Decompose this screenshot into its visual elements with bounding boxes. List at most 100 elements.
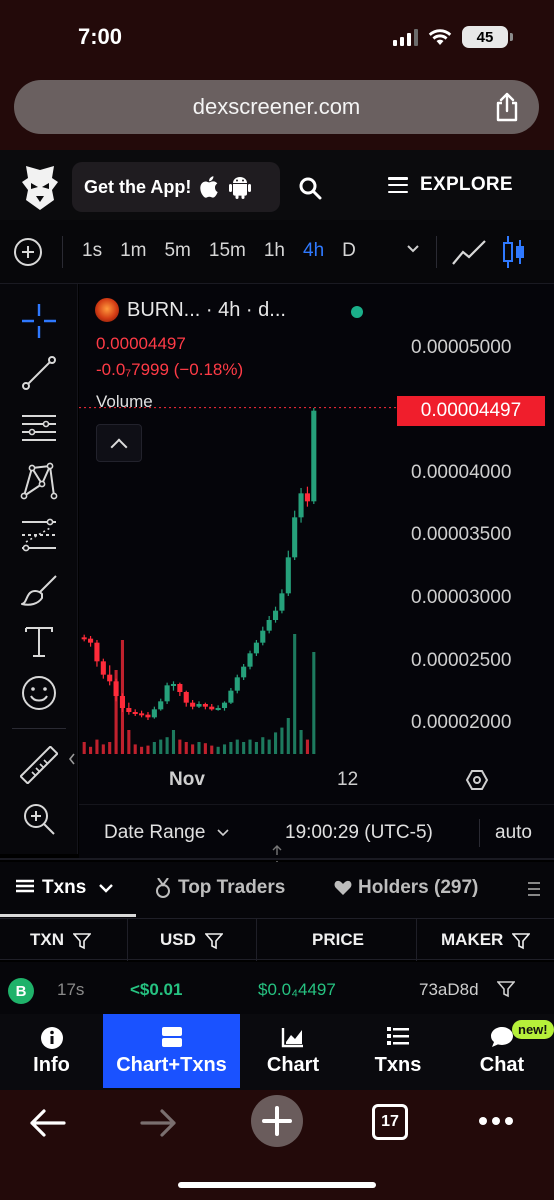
nav-info[interactable]: Info: [0, 1014, 103, 1088]
volume-bar: [280, 727, 284, 754]
text-tool-icon[interactable]: [20, 622, 58, 660]
x-tick-label: Nov: [169, 769, 205, 790]
dexscreener-logo-icon[interactable]: [20, 166, 60, 210]
volume-bar: [254, 742, 258, 754]
line-chart-icon[interactable]: [452, 238, 486, 266]
filter-icon[interactable]: [71, 932, 92, 950]
tab-txns[interactable]: Txns: [16, 877, 114, 899]
explore-menu-button[interactable]: EXPLORE: [388, 174, 513, 196]
candle-body: [190, 702, 196, 707]
tab-top-traders[interactable]: Top Traders: [154, 877, 285, 899]
candle-body: [151, 709, 157, 718]
url-bar[interactable]: dexscreener.com: [14, 80, 539, 134]
column-divider: [416, 919, 417, 961]
date-range-selector[interactable]: Date Range: [104, 822, 229, 844]
horizontal-lines-icon[interactable]: [20, 408, 58, 446]
txn-usd: <$0.01: [130, 980, 183, 999]
apple-icon: [200, 176, 219, 198]
volume-bar: [184, 742, 188, 754]
volume-bar: [273, 732, 278, 754]
table-row[interactable]: B 17s <$0.01 $0.0₄4497 73aD8d: [0, 962, 554, 1014]
add-indicator-icon[interactable]: [14, 238, 42, 266]
column-header-txn[interactable]: TXN: [30, 930, 92, 950]
column-header-price[interactable]: PRICE: [312, 930, 364, 950]
forward-arrow-icon[interactable]: [140, 1108, 178, 1138]
filter-icon[interactable]: [511, 932, 531, 950]
ruler-icon[interactable]: [20, 746, 58, 784]
pattern-tool-icon[interactable]: [20, 462, 58, 500]
candlestick-chart-icon[interactable]: [502, 234, 526, 270]
volume-bar: [127, 730, 131, 754]
hamburger-icon: [388, 177, 408, 193]
timeframe-1h[interactable]: 1h: [264, 240, 285, 262]
chart-toolbar: 1s 1m 5m 15m 1h 4h D: [0, 220, 554, 284]
chat-bubble-icon: [491, 1027, 513, 1047]
auto-scale-toggle[interactable]: auto: [495, 822, 532, 844]
collapse-sidebar-chevron-icon[interactable]: [68, 752, 76, 766]
timeframe-1s[interactable]: 1s: [82, 240, 102, 262]
chevron-down-icon: [217, 829, 229, 837]
volume-bar: [299, 730, 303, 754]
candle-body: [100, 661, 106, 675]
chart-range-bar: Date Range 19:00:29 (UTC-5) auto: [79, 804, 554, 858]
back-arrow-icon[interactable]: [28, 1108, 66, 1138]
volume-bar: [286, 718, 290, 754]
brush-icon[interactable]: [20, 570, 58, 608]
column-header-maker[interactable]: MAKER: [441, 930, 531, 950]
app-header: Get the App! EXPLORE: [0, 150, 554, 220]
volume-bar: [178, 739, 182, 754]
candle-body: [298, 493, 304, 518]
volume-bar: [82, 742, 86, 754]
get-the-app-button[interactable]: Get the App!: [72, 162, 280, 212]
emoji-icon[interactable]: [20, 674, 58, 712]
crosshair-icon[interactable]: [20, 302, 58, 340]
txn-maker[interactable]: 73aD8d: [419, 980, 479, 1000]
candle-body: [285, 557, 291, 594]
candle-body: [209, 706, 215, 710]
chart-clock[interactable]: 19:00:29 (UTC-5): [285, 822, 433, 844]
column-header-usd[interactable]: USD: [160, 930, 224, 950]
range-divider: [479, 819, 480, 847]
timeframe-5m[interactable]: 5m: [164, 240, 190, 262]
volume-bar: [261, 737, 265, 754]
collapse-legend-button[interactable]: [96, 424, 142, 462]
share-icon[interactable]: [493, 92, 521, 122]
search-icon[interactable]: [298, 176, 322, 200]
volume-bar: [191, 744, 195, 754]
filter-icon[interactable]: [203, 932, 224, 950]
timeframe-d[interactable]: D: [342, 240, 356, 262]
tabs-count-button[interactable]: 17: [372, 1104, 408, 1140]
volume-bar: [293, 634, 297, 754]
bottom-panel-tabs: Txns Top Traders Holders (297): [0, 862, 554, 918]
candle-body: [164, 685, 170, 702]
volume-indicator-label[interactable]: Volume: [96, 392, 153, 412]
volume-bar: [133, 744, 137, 754]
x-tick-label: 12: [337, 769, 359, 790]
timeframe-dropdown-chevron-icon[interactable]: [406, 244, 420, 254]
forecast-tool-icon[interactable]: [20, 516, 58, 554]
timeframe-1m[interactable]: 1m: [120, 240, 146, 262]
nav-chart[interactable]: Chart: [240, 1014, 346, 1088]
candle-body: [113, 681, 119, 696]
more-tabs-icon[interactable]: [526, 880, 542, 898]
timeframe-4h[interactable]: 4h: [303, 240, 324, 262]
zoom-in-icon[interactable]: [20, 800, 58, 838]
price-chart[interactable]: BURN... · 4h · d... 0.00004497 -0.0₇7999…: [79, 284, 554, 858]
nav-txns[interactable]: Txns: [346, 1014, 450, 1088]
nav-info-label: Info: [33, 1054, 70, 1076]
nav-chart-txns[interactable]: Chart+Txns: [103, 1014, 240, 1088]
volume-bar: [146, 745, 150, 754]
tab-holders[interactable]: Holders (297): [334, 877, 478, 899]
y-tick-label: 0.00003500: [411, 524, 512, 545]
trend-line-icon[interactable]: [20, 354, 58, 392]
chart-settings-icon[interactable]: [465, 768, 489, 792]
url-text: dexscreener.com: [192, 94, 361, 119]
filter-icon[interactable]: [497, 980, 515, 998]
timeframe-15m[interactable]: 15m: [209, 240, 246, 262]
more-options-icon[interactable]: [478, 1116, 514, 1126]
candle-body: [158, 701, 164, 710]
new-tab-button[interactable]: [250, 1094, 304, 1148]
y-tick-label: 0.00005000: [411, 337, 512, 358]
volume-bar: [197, 742, 201, 754]
current-price-tag: 0.00004497: [397, 396, 545, 426]
